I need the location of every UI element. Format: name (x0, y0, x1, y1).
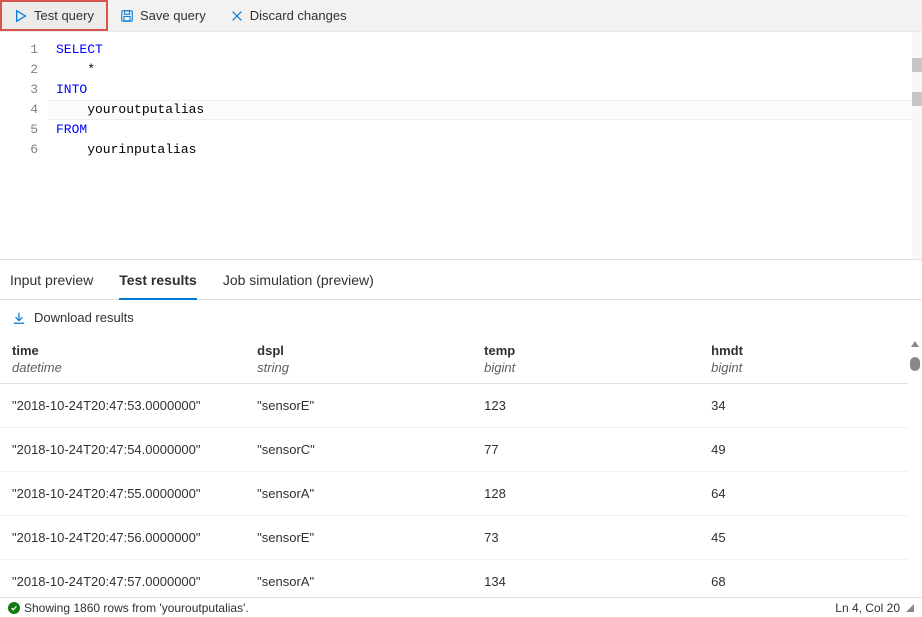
code-line[interactable]: youroutputalias (48, 100, 912, 120)
table-row[interactable]: "2018-10-24T20:47:55.0000000""sensorA"12… (0, 472, 908, 516)
table-row[interactable]: "2018-10-24T20:47:54.0000000""sensorC"77… (0, 428, 908, 472)
tab-job-simulation[interactable]: Job simulation (preview) (223, 272, 374, 299)
cell-dspl: "sensorA" (245, 560, 472, 598)
col-type-time: datetime (0, 360, 245, 384)
success-icon (8, 602, 20, 614)
toolbar: Test query Save query Discard changes (0, 0, 922, 32)
results-table-scroll[interactable]: time dspl temp hmdt datetime string bigi… (0, 335, 908, 597)
save-query-label: Save query (140, 8, 206, 23)
discard-changes-button[interactable]: Discard changes (218, 0, 359, 31)
cell-dspl: "sensorA" (245, 472, 472, 516)
minimap-mark (912, 92, 922, 106)
discard-changes-label: Discard changes (250, 8, 347, 23)
line-number: 4 (0, 100, 38, 120)
col-header-hmdt[interactable]: hmdt (699, 335, 908, 360)
table-row[interactable]: "2018-10-24T20:47:53.0000000""sensorE"12… (0, 384, 908, 428)
cell-temp: 73 (472, 516, 699, 560)
query-editor[interactable]: 123456 SELECT *INTO youroutputaliasFROM … (0, 32, 922, 260)
cell-hmdt: 64 (699, 472, 908, 516)
cell-temp: 128 (472, 472, 699, 516)
col-type-temp: bigint (472, 360, 699, 384)
results-table-wrap: time dspl temp hmdt datetime string bigi… (0, 335, 922, 597)
code-line[interactable]: INTO (48, 80, 912, 100)
resize-handle-icon[interactable] (906, 604, 914, 612)
scroll-thumb[interactable] (910, 357, 920, 371)
cell-dspl: "sensorE" (245, 516, 472, 560)
code-line[interactable]: FROM (48, 120, 912, 140)
cell-dspl: "sensorE" (245, 384, 472, 428)
test-query-label: Test query (34, 8, 94, 23)
cell-hmdt: 45 (699, 516, 908, 560)
results-table: time dspl temp hmdt datetime string bigi… (0, 335, 908, 597)
test-query-button[interactable]: Test query (0, 0, 108, 31)
status-left: Showing 1860 rows from 'youroutputalias'… (8, 601, 249, 615)
status-bar: Showing 1860 rows from 'youroutputalias'… (0, 597, 922, 617)
col-header-dspl[interactable]: dspl (245, 335, 472, 360)
save-query-button[interactable]: Save query (108, 0, 218, 31)
scroll-up-icon (910, 339, 920, 349)
line-number: 1 (0, 40, 38, 60)
download-icon (12, 311, 26, 325)
col-header-temp[interactable]: temp (472, 335, 699, 360)
line-number: 3 (0, 80, 38, 100)
tab-test-results[interactable]: Test results (119, 272, 197, 300)
cell-hmdt: 34 (699, 384, 908, 428)
cell-temp: 134 (472, 560, 699, 598)
cursor-position: Ln 4, Col 20 (835, 601, 900, 615)
table-row[interactable]: "2018-10-24T20:47:56.0000000""sensorE"73… (0, 516, 908, 560)
code-line[interactable]: SELECT (48, 40, 912, 60)
col-type-hmdt: bigint (699, 360, 908, 384)
download-results-button[interactable]: Download results (0, 300, 922, 335)
col-header-time[interactable]: time (0, 335, 245, 360)
editor-minimap-scroll[interactable] (912, 32, 922, 259)
cell-time: "2018-10-24T20:47:56.0000000" (0, 516, 245, 560)
cell-temp: 123 (472, 384, 699, 428)
code-line[interactable]: yourinputalias (48, 140, 912, 160)
close-icon (230, 9, 244, 23)
status-right: Ln 4, Col 20 (835, 601, 914, 615)
cell-time: "2018-10-24T20:47:57.0000000" (0, 560, 245, 598)
code-area[interactable]: SELECT *INTO youroutputaliasFROM yourinp… (48, 32, 912, 259)
cell-dspl: "sensorC" (245, 428, 472, 472)
code-line[interactable]: * (48, 60, 912, 80)
cell-time: "2018-10-24T20:47:54.0000000" (0, 428, 245, 472)
cell-time: "2018-10-24T20:47:53.0000000" (0, 384, 245, 428)
table-types-row: datetime string bigint bigint (0, 360, 908, 384)
cell-time: "2018-10-24T20:47:55.0000000" (0, 472, 245, 516)
results-tabs: Input preview Test results Job simulatio… (0, 260, 922, 300)
play-icon (14, 9, 28, 23)
status-message: Showing 1860 rows from 'youroutputalias'… (24, 601, 249, 615)
line-number: 5 (0, 120, 38, 140)
line-number: 2 (0, 60, 38, 80)
tab-input-preview[interactable]: Input preview (10, 272, 93, 299)
table-row[interactable]: "2018-10-24T20:47:57.0000000""sensorA"13… (0, 560, 908, 598)
col-type-dspl: string (245, 360, 472, 384)
table-header-row: time dspl temp hmdt (0, 335, 908, 360)
line-number: 6 (0, 140, 38, 160)
cell-hmdt: 49 (699, 428, 908, 472)
download-results-label: Download results (34, 310, 134, 325)
minimap-mark (912, 58, 922, 72)
cell-hmdt: 68 (699, 560, 908, 598)
line-gutter: 123456 (0, 32, 48, 259)
cell-temp: 77 (472, 428, 699, 472)
save-icon (120, 9, 134, 23)
table-scrollbar[interactable] (908, 335, 922, 597)
